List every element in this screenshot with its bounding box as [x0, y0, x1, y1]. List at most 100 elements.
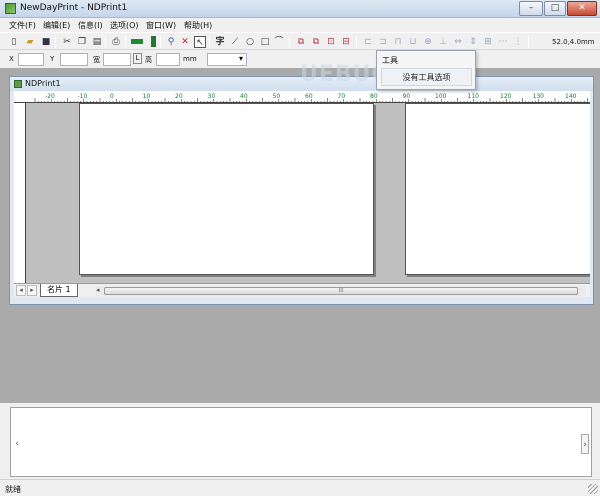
ruler-label: 120 [500, 93, 512, 100]
card-page-1[interactable] [79, 103, 374, 275]
app-icon [5, 3, 16, 14]
ellipse-tool-icon[interactable]: ○ [244, 36, 256, 48]
same-width-icon[interactable]: ⇔ [452, 36, 464, 48]
height-field[interactable] [156, 53, 180, 66]
align-middle-icon[interactable]: ⊕ [422, 36, 434, 48]
document-name: NDPrint1 [25, 79, 61, 88]
window-title: NewDayPrint - NDPrint1 [20, 3, 128, 13]
open-folder-icon[interactable]: ▰ [24, 36, 36, 48]
distribute-h-icon[interactable]: ⋯ [497, 36, 509, 48]
close-button[interactable]: ✕ [567, 1, 597, 16]
line-tool-icon[interactable]: ⟋ [229, 36, 241, 48]
y-label: Y [50, 55, 55, 63]
ruler-label: 80 [370, 93, 378, 100]
ruler-label: 100 [435, 93, 447, 100]
ruler-label: 140 [565, 93, 577, 100]
copy-icon[interactable]: ❐ [76, 36, 88, 48]
align-right-icon[interactable]: ⊓ [392, 36, 404, 48]
green-bar-icon[interactable] [130, 36, 144, 48]
horizontal-scrollbar[interactable]: ◂ III [96, 286, 586, 296]
ruler-label: 30 [208, 93, 216, 100]
search-icon[interactable]: ⚲ [165, 36, 177, 48]
horizontal-ruler: -20 -10 0 10 20 30 40 50 60 70 80 90 100 110 120 130 140… [14, 91, 590, 103]
card-page-2[interactable] [405, 103, 590, 275]
vertical-ruler [14, 103, 26, 283]
menu-edit[interactable]: 编辑(E) [43, 20, 70, 31]
output-panel[interactable]: ‹ › [10, 407, 592, 477]
unit-label: mm [183, 55, 197, 63]
sheet-tab-1[interactable]: 名片 1 [40, 284, 78, 297]
same-size-icon[interactable]: ⊞ [482, 36, 494, 48]
popup-title: 工具 [382, 56, 398, 65]
menu-info[interactable]: 信息(I) [78, 20, 103, 31]
ungroup-icon[interactable]: ⊟ [340, 36, 352, 48]
ruler-label: 0 [110, 93, 114, 100]
print-icon[interactable]: ⎙ [110, 36, 122, 48]
tab-prev-button[interactable]: ◂ [16, 285, 26, 296]
menu-options[interactable]: 选项(O) [110, 20, 139, 31]
sheet-tab-bar: ◂ ▸ 名片 1 ◂ III [14, 283, 590, 297]
ruler-label: 20 [175, 93, 183, 100]
send-back-icon[interactable]: ⧉ [310, 36, 322, 48]
ruler-label: 60 [305, 93, 313, 100]
ruler-ticks: -20 -10 0 10 20 30 40 50 60 70 80 90 100 110 120 130 140… [34, 93, 588, 102]
align-top-icon[interactable]: ⊔ [407, 36, 419, 48]
menu-window[interactable]: 窗口(W) [146, 20, 176, 31]
ruler-label: 40 [240, 93, 248, 100]
resize-grip-icon[interactable] [588, 484, 598, 494]
menu-file[interactable]: 文件(F) [9, 20, 36, 31]
width-field[interactable] [103, 53, 131, 66]
document-window: NDPrint1 -20 -10 0 10 20 30 40 50 60 70 80 90 100 110… [9, 76, 594, 305]
ruler-label: 90 [403, 93, 411, 100]
delete-icon[interactable]: ✕ [179, 36, 191, 48]
align-left-icon[interactable]: ⊏ [362, 36, 374, 48]
design-canvas[interactable] [26, 103, 590, 283]
align-center-icon[interactable]: ⊐ [377, 36, 389, 48]
maximize-button[interactable]: □ [544, 1, 566, 16]
y-field[interactable] [60, 53, 88, 66]
scroll-right-arrow-icon[interactable]: › [581, 434, 589, 454]
ruler-label: 70 [338, 93, 346, 100]
text-tool-icon[interactable]: 字 [214, 36, 226, 48]
menu-help[interactable]: 帮助(H) [184, 20, 212, 31]
scroll-left-icon[interactable]: ◂ [96, 286, 100, 294]
ruler-label: 130 [533, 93, 545, 100]
select-arrow-icon[interactable]: ↖ [194, 36, 206, 48]
green-block-icon[interactable] [147, 36, 159, 48]
same-height-icon[interactable]: ⇕ [467, 36, 479, 48]
unit-select[interactable] [207, 53, 247, 66]
group-icon[interactable]: ⊡ [325, 36, 337, 48]
arc-tool-icon[interactable]: ⌒ [273, 36, 285, 48]
width-label: 宽 [93, 56, 100, 64]
menu-bar: 文件(F) 编辑(E) 信息(I) 选项(O) 窗口(W) 帮助(H) [0, 18, 600, 32]
bottom-pane: ‹ › [0, 403, 600, 479]
height-label: 高 [145, 56, 152, 64]
cut-icon[interactable]: ✂ [61, 36, 73, 48]
tools-popup: 工具 没有工具选项 [376, 50, 476, 90]
rectangle-tool-icon[interactable]: □ [259, 36, 271, 48]
align-bottom-icon[interactable]: ⊥ [437, 36, 449, 48]
tab-next-button[interactable]: ▸ [27, 285, 37, 296]
minimize-button[interactable]: – [519, 1, 543, 16]
no-tool-options-item[interactable]: 没有工具选项 [381, 68, 472, 86]
document-icon [14, 80, 22, 88]
ruler-label: -10 [78, 93, 88, 100]
title-bar: NewDayPrint - NDPrint1 – □ ✕ [0, 0, 600, 18]
ruler-label: 10 [143, 93, 151, 100]
scroll-left-arrow-icon[interactable]: ‹ [13, 434, 21, 454]
position-readout: 52.0,4.0mm [552, 38, 595, 46]
toolbar: ▯ ▰ ■ ✂ ❐ ▤ ⎙ ⚲ ✕ ↖ 字 ⟋ ○ □ ⌒ ⧉ ⧉ ⊡ ⊟ ⊏ … [0, 32, 600, 50]
x-label: X [9, 55, 14, 63]
ruler-label: -20 [45, 93, 55, 100]
save-icon[interactable]: ■ [40, 36, 52, 48]
x-field[interactable] [18, 53, 44, 66]
bring-front-icon[interactable]: ⧉ [295, 36, 307, 48]
scroll-thumb[interactable]: III [104, 287, 578, 295]
paste-icon[interactable]: ▤ [91, 36, 103, 48]
new-file-icon[interactable]: ▯ [8, 36, 20, 48]
distribute-v-icon[interactable]: ⋮ [512, 36, 524, 48]
mdi-workspace: NDPrint1 -20 -10 0 10 20 30 40 50 60 70 80 90 100 110… [0, 68, 600, 403]
status-bar: 就绪 [0, 479, 600, 496]
lock-aspect-button[interactable]: L [133, 53, 142, 64]
status-text: 就绪 [5, 485, 21, 494]
